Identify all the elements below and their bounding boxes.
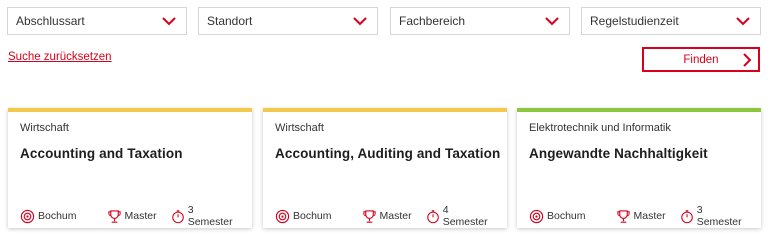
filter-standort[interactable]: Standort (198, 7, 378, 35)
card-meta: Bochum Master 3 Semester (529, 204, 761, 228)
card-duration-text: 3 Semester (696, 204, 742, 228)
card-title: Accounting and Taxation (20, 146, 183, 161)
card-degree: Master (616, 209, 666, 224)
card-color-bar (8, 108, 252, 112)
card-meta: Bochum Master 3 Semester (20, 204, 252, 228)
trophy-icon (362, 209, 376, 223)
chevron-down-icon (162, 17, 176, 26)
location-target-icon (529, 209, 544, 223)
card-category: Elektrotechnik und Informatik (529, 122, 671, 134)
card-location: Bochum (20, 209, 77, 224)
filter-label: Standort (207, 14, 253, 28)
card-color-bar (517, 108, 761, 112)
card-duration: 3 Semester (680, 204, 747, 228)
card-meta: Bochum Master 4 Semester (275, 204, 507, 228)
location-target-icon (275, 209, 290, 223)
chevron-down-icon (736, 17, 750, 26)
program-card[interactable]: Wirtschaft Accounting and Taxation Bochu… (8, 108, 252, 228)
card-degree-text: Master (379, 210, 412, 222)
card-location-text: Bochum (293, 210, 332, 222)
filter-label: Abschlussart (16, 14, 85, 28)
card-degree-text: Master (633, 210, 666, 222)
trophy-icon (616, 209, 630, 223)
filter-fachbereich[interactable]: Fachbereich (390, 7, 570, 35)
card-duration: 3 Semester (171, 204, 238, 228)
card-title: Angewandte Nachhaltigkeit (529, 146, 708, 161)
reset-search-link[interactable]: Suche zurücksetzen (8, 51, 112, 63)
chevron-down-icon (353, 17, 367, 26)
location-target-icon (20, 209, 35, 223)
filter-label: Regelstudienzeit (590, 14, 679, 28)
card-location-text: Bochum (38, 210, 77, 222)
program-card[interactable]: Wirtschaft Accounting, Auditing and Taxa… (263, 108, 507, 228)
card-location: Bochum (529, 209, 586, 224)
find-button[interactable]: Finden (642, 47, 760, 72)
card-duration-text: 4 Semester (442, 204, 488, 228)
card-category: Wirtschaft (20, 122, 69, 134)
card-category: Wirtschaft (275, 122, 324, 134)
card-color-bar (263, 108, 507, 112)
filter-abschlussart[interactable]: Abschlussart (7, 7, 187, 35)
card-location: Bochum (275, 209, 332, 224)
filter-regelstudienzeit[interactable]: Regelstudienzeit (581, 7, 761, 35)
card-duration: 4 Semester (426, 204, 493, 228)
chevron-right-icon (743, 53, 752, 67)
stopwatch-icon (171, 209, 184, 223)
trophy-icon (107, 209, 121, 223)
program-card[interactable]: Elektrotechnik und Informatik Angewandte… (517, 108, 761, 228)
card-degree-text: Master (124, 210, 157, 222)
card-degree: Master (362, 209, 412, 224)
chevron-down-icon (545, 17, 559, 26)
card-degree: Master (107, 209, 157, 224)
stopwatch-icon (426, 209, 439, 223)
card-title: Accounting, Auditing and Taxation (275, 146, 501, 161)
find-button-label: Finden (683, 53, 719, 66)
filter-label: Fachbereich (399, 14, 466, 28)
stopwatch-icon (680, 209, 693, 223)
card-duration-text: 3 Semester (187, 204, 233, 228)
card-location-text: Bochum (547, 210, 586, 222)
